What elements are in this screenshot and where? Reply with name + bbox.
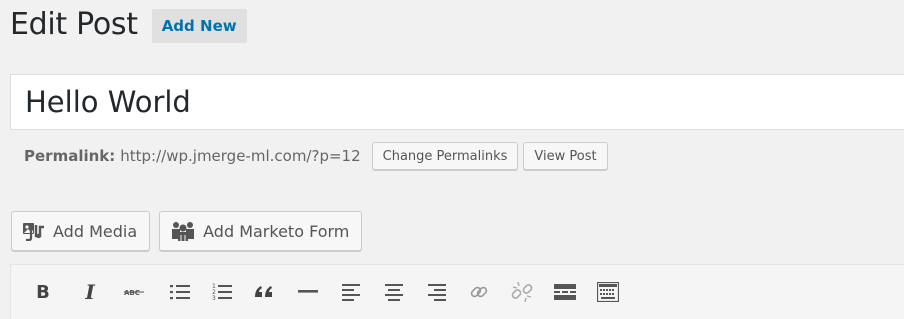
italic-icon[interactable]: I — [77, 279, 103, 305]
page-title: Edit Post — [10, 7, 138, 42]
permalink-label: Permalink: — [24, 147, 116, 165]
edit-post-page: Edit Post Add New Permalink: http://wp.j… — [0, 0, 904, 319]
media-icon — [22, 221, 46, 241]
add-marketo-form-label: Add Marketo Form — [203, 221, 350, 241]
view-post-button[interactable]: View Post — [523, 142, 608, 170]
insert-link-icon[interactable] — [466, 279, 492, 305]
toolbar-toggle-icon[interactable] — [595, 279, 621, 305]
permalink-row: Permalink: http://wp.jmerge-ml.com/?p=12… — [24, 142, 608, 170]
post-title-input[interactable] — [11, 75, 904, 129]
add-media-button[interactable]: Add Media — [11, 211, 151, 251]
remove-link-icon[interactable] — [509, 279, 535, 305]
blockquote-icon[interactable] — [251, 279, 277, 305]
editor-toolbar: B I ABC 1 2 3 — [10, 264, 904, 319]
add-media-label: Add Media — [53, 221, 138, 241]
bold-icon[interactable]: B — [30, 279, 56, 305]
align-right-icon[interactable] — [423, 279, 449, 305]
people-icon — [170, 221, 196, 241]
svg-text:3: 3 — [212, 295, 216, 302]
svg-text:ABC: ABC — [124, 289, 140, 297]
page-header: Edit Post Add New — [10, 6, 247, 44]
add-marketo-form-button[interactable]: Add Marketo Form — [159, 211, 363, 251]
permalink-url[interactable]: http://wp.jmerge-ml.com/?p=12 — [120, 147, 360, 165]
change-permalinks-button[interactable]: Change Permalinks — [371, 142, 519, 170]
media-buttons: Add Media Add Marketo Form — [11, 211, 363, 251]
post-title-container — [10, 74, 904, 130]
read-more-icon[interactable] — [552, 279, 578, 305]
align-left-icon[interactable] — [339, 279, 365, 305]
horizontal-line-icon[interactable] — [295, 279, 321, 305]
bulleted-list-icon[interactable] — [167, 279, 193, 305]
add-new-button[interactable]: Add New — [151, 9, 247, 43]
strikethrough-icon[interactable]: ABC — [122, 279, 148, 305]
align-center-icon[interactable] — [381, 279, 407, 305]
numbered-list-icon[interactable]: 1 2 3 — [209, 279, 235, 305]
